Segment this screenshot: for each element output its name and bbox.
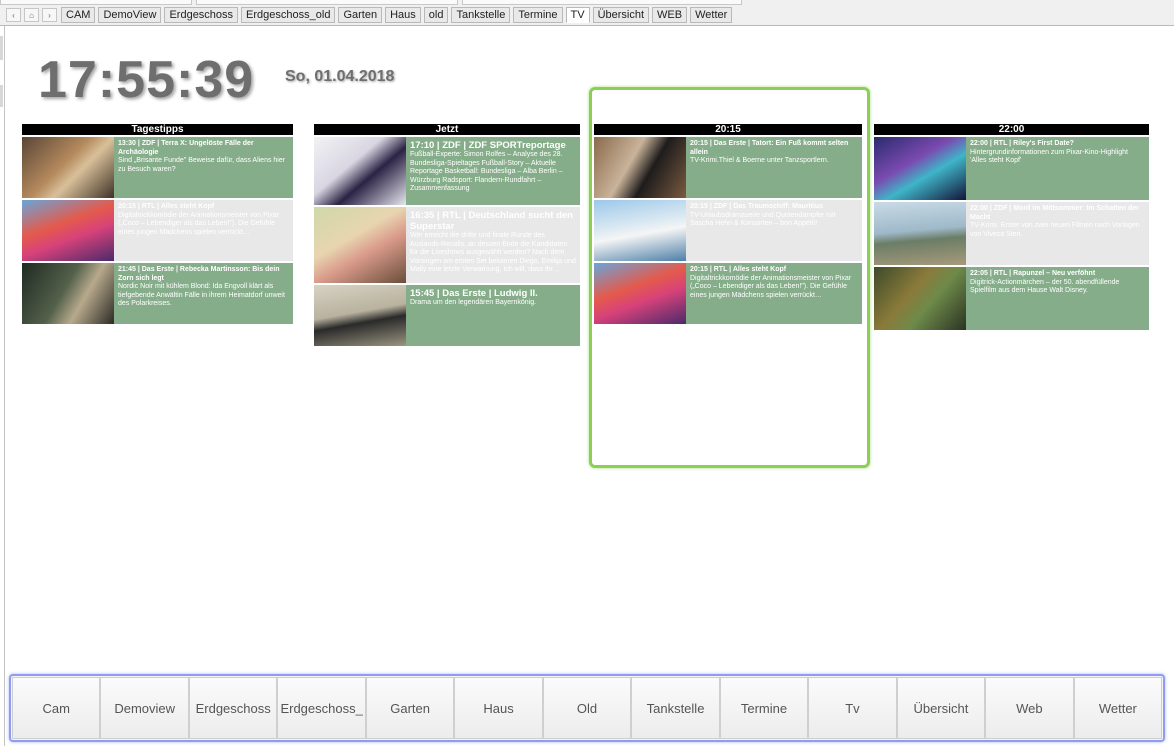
- tab-demoview[interactable]: DemoView: [98, 7, 162, 23]
- clock-time: 17:55:39: [38, 51, 255, 109]
- show-thumbnail: [22, 200, 114, 261]
- tab-termine[interactable]: Termine: [513, 7, 563, 23]
- list-item[interactable]: 20:15 | ZDF | Das Traumschiff: Mauritius…: [594, 200, 862, 261]
- nav-haus-button[interactable]: Haus: [454, 677, 543, 739]
- show-thumbnail: [874, 137, 966, 200]
- bottom-navigation: Cam Demoview Erdgeschoss Erdgeschoss_ Ga…: [9, 674, 1165, 742]
- list-item[interactable]: 20:15 | RTL | Alles steht Kopf Digitaltri…: [594, 263, 862, 324]
- home-icon[interactable]: ⌂: [24, 8, 39, 22]
- left-border: [4, 26, 5, 746]
- list-item[interactable]: 17:10 | ZDF | ZDF SPORTreportage Fußball-…: [314, 137, 580, 205]
- show-thumbnail: [874, 202, 966, 265]
- clock-date: So, 01.04.2018: [285, 68, 395, 85]
- nav-cam-button[interactable]: Cam: [12, 677, 101, 739]
- show-thumbnail: [22, 263, 114, 324]
- window-chrome: [462, 0, 742, 5]
- show-description: 20:15 | Das Erste | Tatort: Ein Fuß komm…: [686, 137, 862, 198]
- tab-web[interactable]: WEB: [652, 7, 688, 23]
- tab-uebersicht[interactable]: Übersicht: [592, 7, 650, 23]
- nav-erdgeschoss-button[interactable]: Erdgeschoss: [188, 677, 278, 739]
- nav-demoview-button[interactable]: Demoview: [100, 677, 189, 739]
- column-header: Jetzt: [314, 124, 580, 135]
- nav-wetter-button[interactable]: Wetter: [1073, 677, 1163, 739]
- tab-haus[interactable]: Haus: [385, 7, 421, 23]
- list-item[interactable]: 21:45 | Das Erste | Rebecka Martinsson: …: [22, 263, 293, 324]
- column-2015: 20:15 20:15 | Das Erste | Tatort: Ein Fu…: [594, 124, 862, 324]
- tab-old[interactable]: old: [423, 7, 449, 23]
- show-description: 13:30 | ZDF | Terra X: Ungelöste Fälle d…: [114, 137, 293, 198]
- show-description: 20:15 | RTL | Alles steht Kopf Digitaltri…: [686, 263, 862, 324]
- tab-wetter[interactable]: Wetter: [690, 7, 733, 23]
- list-item[interactable]: 20:15 | RTL | Alles steht Kopf Digitaltri…: [22, 200, 293, 261]
- show-description: 20:15 | ZDF | Das Traumschiff: Mauritius…: [686, 200, 862, 261]
- view-tabs: CAM DemoView Erdgeschoss Erdgeschoss_old…: [61, 7, 733, 23]
- tab-cam[interactable]: CAM: [61, 7, 96, 23]
- column-header: 22:00: [874, 124, 1149, 135]
- show-description: 16:35 | RTL | Deutschland sucht den Supe…: [406, 207, 580, 283]
- column-header: Tagestipps: [22, 124, 293, 135]
- nav-tv-button[interactable]: Tv: [808, 677, 897, 739]
- column-tagestipps: Tagestipps 13:30 | ZDF | Terra X: Ungelö…: [22, 124, 293, 324]
- nav-web-button[interactable]: Web: [985, 677, 1074, 739]
- window-chrome: [0, 0, 192, 5]
- show-description: 22:00 | ZDF | Mord im Mittsommer: Im Sch…: [966, 202, 1149, 265]
- show-thumbnail: [594, 263, 686, 324]
- show-thumbnail: [874, 267, 966, 330]
- show-thumbnail: [314, 207, 406, 283]
- nav-garten-button[interactable]: Garten: [365, 677, 455, 739]
- list-item[interactable]: 15:45 | Das Erste | Ludwig II. Drama um d…: [314, 285, 580, 346]
- left-scroll-marker: [0, 36, 3, 60]
- nav-old-button[interactable]: Old: [542, 677, 632, 739]
- list-item[interactable]: 22:00 | ZDF | Mord im Mittsommer: Im Sch…: [874, 202, 1149, 265]
- show-description: 21:45 | Das Erste | Rebecka Martinsson: …: [114, 263, 293, 324]
- list-item[interactable]: 20:15 | Das Erste | Tatort: Ein Fuß komm…: [594, 137, 862, 198]
- chevron-left-icon[interactable]: ‹: [6, 8, 21, 22]
- tab-tankstelle[interactable]: Tankstelle: [451, 7, 511, 23]
- chevron-right-icon[interactable]: ›: [42, 8, 57, 22]
- nav-termine-button[interactable]: Termine: [719, 677, 809, 739]
- show-description: 20:15 | RTL | Alles steht Kopf Digitaltri…: [114, 200, 293, 261]
- column-header: 20:15: [594, 124, 862, 135]
- left-scroll-marker: [0, 85, 3, 107]
- show-thumbnail: [314, 285, 406, 346]
- show-thumbnail: [22, 137, 114, 198]
- column-2200: 22:00 22:00 | RTL | Riley's First Date? H…: [874, 124, 1149, 330]
- column-jetzt: Jetzt 17:10 | ZDF | ZDF SPORTreportage Fu…: [314, 124, 580, 346]
- show-thumbnail: [594, 200, 686, 261]
- nav-tankstelle-button[interactable]: Tankstelle: [631, 677, 720, 739]
- list-item[interactable]: 22:00 | RTL | Riley's First Date? Hinterg…: [874, 137, 1149, 200]
- tab-strip: ‹ ⌂ › CAM DemoView Erdgeschoss Erdgescho…: [0, 0, 1174, 26]
- list-item[interactable]: 16:35 | RTL | Deutschland sucht den Supe…: [314, 207, 580, 283]
- tab-erdgeschoss-old[interactable]: Erdgeschoss_old: [241, 7, 336, 23]
- nav-erdgeschoss-old-button[interactable]: Erdgeschoss_: [277, 677, 366, 739]
- nav-uebersicht-button[interactable]: Übersicht: [896, 677, 986, 739]
- show-description: 17:10 | ZDF | ZDF SPORTreportage Fußball-…: [406, 137, 580, 205]
- show-thumbnail: [314, 137, 406, 205]
- show-description: 22:05 | RTL | Rapunzel – Neu verföhnt Dig…: [966, 267, 1149, 330]
- show-thumbnail: [594, 137, 686, 198]
- tab-garten[interactable]: Garten: [338, 7, 383, 23]
- tab-erdgeschoss[interactable]: Erdgeschoss: [164, 7, 239, 23]
- show-description: 15:45 | Das Erste | Ludwig II. Drama um d…: [406, 285, 580, 346]
- window-chrome: [196, 0, 458, 5]
- tab-tv[interactable]: TV: [565, 7, 590, 23]
- list-item[interactable]: 13:30 | ZDF | Terra X: Ungelöste Fälle d…: [22, 137, 293, 198]
- show-description: 22:00 | RTL | Riley's First Date? Hinterg…: [966, 137, 1149, 200]
- list-item[interactable]: 22:05 | RTL | Rapunzel – Neu verföhnt Dig…: [874, 267, 1149, 330]
